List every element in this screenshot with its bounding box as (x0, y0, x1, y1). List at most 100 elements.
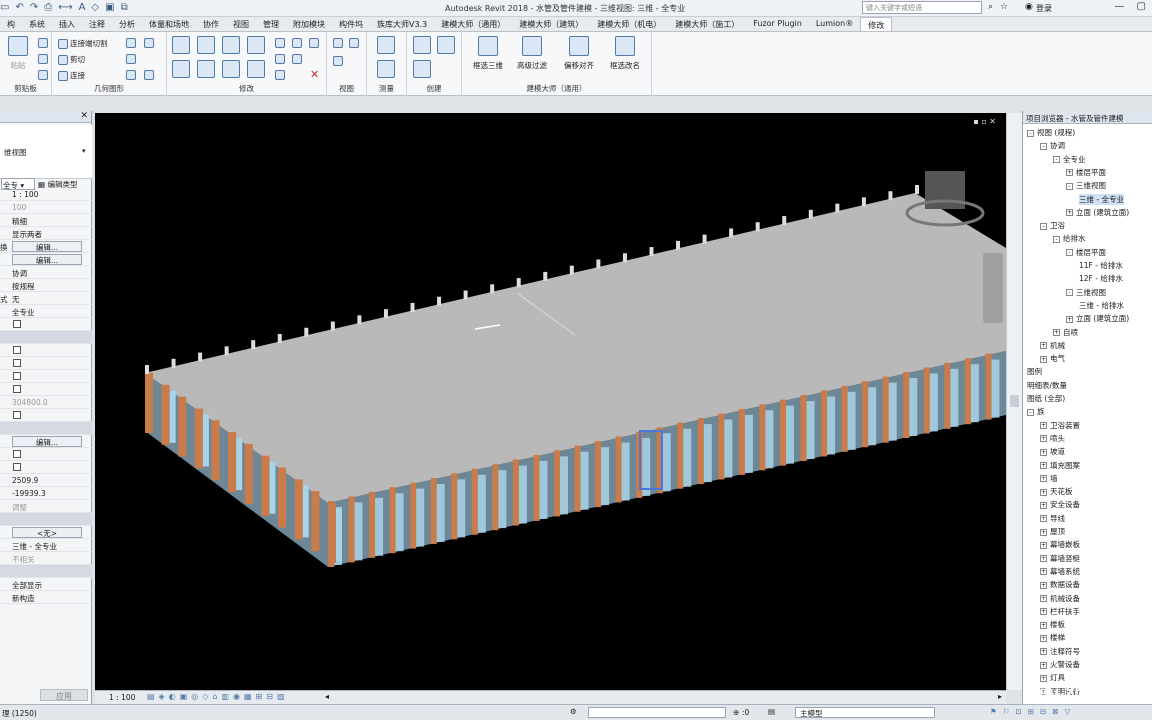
browser-item[interactable]: + 数据设备 (1040, 579, 1080, 590)
property-row[interactable]: 全专业 (0, 305, 92, 318)
building-model[interactable] (95, 113, 1020, 690)
property-row[interactable] (0, 344, 92, 357)
copy-element-icon[interactable] (197, 60, 215, 78)
delete-icon[interactable]: ✕ (310, 68, 319, 81)
view-control-icons[interactable]: ▤◈◐▣◎◇⌂▥◉▦⊞⊟▨ (147, 692, 289, 701)
property-row[interactable]: 不相关 (0, 552, 92, 565)
property-checkbox[interactable] (13, 411, 21, 419)
match-icon[interactable] (38, 70, 48, 80)
create-group-icon[interactable] (413, 36, 431, 54)
join-cut-button[interactable]: 连接端切割 (58, 38, 108, 49)
star-icon[interactable]: ☆ (1000, 2, 1008, 12)
property-checkbox[interactable] (13, 346, 21, 354)
tab-8[interactable]: 管理 (256, 17, 286, 31)
property-row[interactable]: <无> (0, 526, 92, 539)
expand-icon[interactable]: + (1040, 634, 1047, 642)
expand-icon[interactable]: + (1040, 621, 1047, 629)
measure-tool-icon[interactable] (377, 36, 395, 54)
expand-icon[interactable]: + (1053, 329, 1060, 336)
search-input[interactable]: 键入关键字或短语 (862, 1, 982, 14)
property-checkbox[interactable] (13, 359, 21, 367)
split-icon[interactable] (275, 38, 285, 48)
expand-icon[interactable]: + (1040, 661, 1047, 669)
browser-item[interactable]: + 楼板 (1040, 619, 1065, 630)
tab-18[interactable]: 修改 (860, 17, 893, 31)
expand-icon[interactable]: + (1040, 595, 1047, 602)
property-row[interactable] (0, 370, 92, 383)
apply-button[interactable]: 应用 (40, 689, 88, 701)
property-row[interactable] (0, 318, 92, 331)
hide-icon[interactable] (333, 38, 343, 48)
expand-icon[interactable]: + (1040, 488, 1047, 496)
split-gap-icon[interactable] (292, 38, 302, 48)
copy-icon[interactable] (38, 38, 48, 48)
collapse-icon[interactable]: - (1027, 408, 1034, 416)
browser-item[interactable]: + 机械设备 (1040, 593, 1080, 604)
browser-item[interactable]: + 灯具 (1040, 672, 1065, 683)
connect-button[interactable]: 连接 (58, 70, 85, 81)
tab-10[interactable]: 构件坞 (332, 17, 370, 31)
property-row[interactable]: 无式 (0, 292, 92, 305)
design-options-icon[interactable]: ▤ (768, 707, 775, 716)
scroll-left-icon[interactable]: ◂ (325, 692, 329, 701)
3d-viewport[interactable]: ▪ ▫ ✕ (95, 113, 1020, 690)
browser-item[interactable]: -族 (1027, 406, 1045, 417)
property-row[interactable]: 全部显示 (0, 578, 92, 591)
expand-icon[interactable]: + (1040, 608, 1047, 616)
browser-item[interactable]: + 幕墙竖梃 (1040, 553, 1080, 564)
property-row[interactable]: 304800.0 (0, 396, 92, 409)
browser-item[interactable]: 11F - 给排水 (1079, 260, 1123, 271)
search-icon[interactable]: ⌕ (988, 2, 993, 12)
browser-item[interactable]: - 三维视图 (1066, 180, 1106, 191)
switch-window-icon[interactable]: ⧉ (121, 2, 128, 13)
property-checkbox[interactable] (13, 372, 21, 380)
tab-7[interactable]: 视图 (226, 17, 256, 31)
tab-6[interactable]: 协作 (196, 17, 226, 31)
minimize-icon[interactable]: — (1115, 1, 1125, 12)
browser-item[interactable]: 明细表/数量 (1027, 380, 1067, 391)
browser-item[interactable]: - 协调 (1040, 140, 1065, 151)
wall-join-icon[interactable] (126, 38, 136, 48)
brush-icon[interactable] (333, 56, 343, 66)
property-row[interactable]: 1 : 100 (0, 188, 92, 201)
open-icon[interactable]: ▭ (0, 2, 9, 13)
property-checkbox[interactable] (13, 320, 21, 328)
offset-align-button[interactable]: 偏移对齐 (553, 36, 605, 71)
expand-icon[interactable]: + (1040, 648, 1047, 656)
browser-item[interactable]: + 墙 (1040, 473, 1058, 484)
property-row[interactable]: 新构造 (0, 591, 92, 604)
expand-icon[interactable]: + (1040, 568, 1047, 576)
expand-icon[interactable]: + (1066, 209, 1073, 217)
property-row[interactable]: 编辑... 換 (0, 240, 92, 253)
expand-icon[interactable]: + (1040, 342, 1047, 350)
collapse-icon[interactable]: - (1066, 182, 1073, 190)
tab-3[interactable]: 注释 (82, 17, 112, 31)
expand-icon[interactable]: + (1040, 515, 1047, 523)
tab-4[interactable]: 分析 (112, 17, 142, 31)
edit-button[interactable]: 编辑... (12, 254, 82, 265)
property-row[interactable] (0, 461, 92, 474)
browser-item[interactable]: 12F - 给排水 (1079, 273, 1123, 284)
edit-button[interactable]: 编辑... (12, 436, 82, 447)
browser-item[interactable]: + 楼层平面 (1066, 167, 1106, 178)
browser-item[interactable]: + 坡道 (1040, 446, 1065, 457)
property-row[interactable]: 显示两者 (0, 227, 92, 240)
print-icon[interactable]: ⎙ (44, 2, 52, 13)
split-face-icon[interactable] (144, 38, 154, 48)
browser-item[interactable]: - 卫浴 (1040, 220, 1065, 231)
browser-item[interactable]: 三维 - 全专业 (1079, 193, 1124, 205)
align-icon[interactable] (172, 36, 190, 54)
property-row[interactable]: 协调 (0, 266, 92, 279)
text-icon[interactable]: A (79, 2, 86, 13)
dimension-icon[interactable] (377, 60, 395, 78)
mirror-axis-icon[interactable] (222, 36, 240, 54)
browser-item[interactable]: - 视图 (规程) (1027, 127, 1075, 138)
vertical-scrollbar[interactable] (1006, 113, 1022, 690)
tab-14[interactable]: 建模大师（机电） (590, 17, 668, 31)
expand-icon[interactable]: + (1040, 422, 1047, 430)
expand-icon[interactable]: + (1040, 541, 1047, 549)
property-row[interactable] (0, 383, 92, 396)
browser-item[interactable]: + 屋顶 (1040, 526, 1065, 537)
main-model-select[interactable]: 主模型 (795, 707, 935, 718)
browser-item[interactable]: - 全专业 (1053, 154, 1086, 165)
